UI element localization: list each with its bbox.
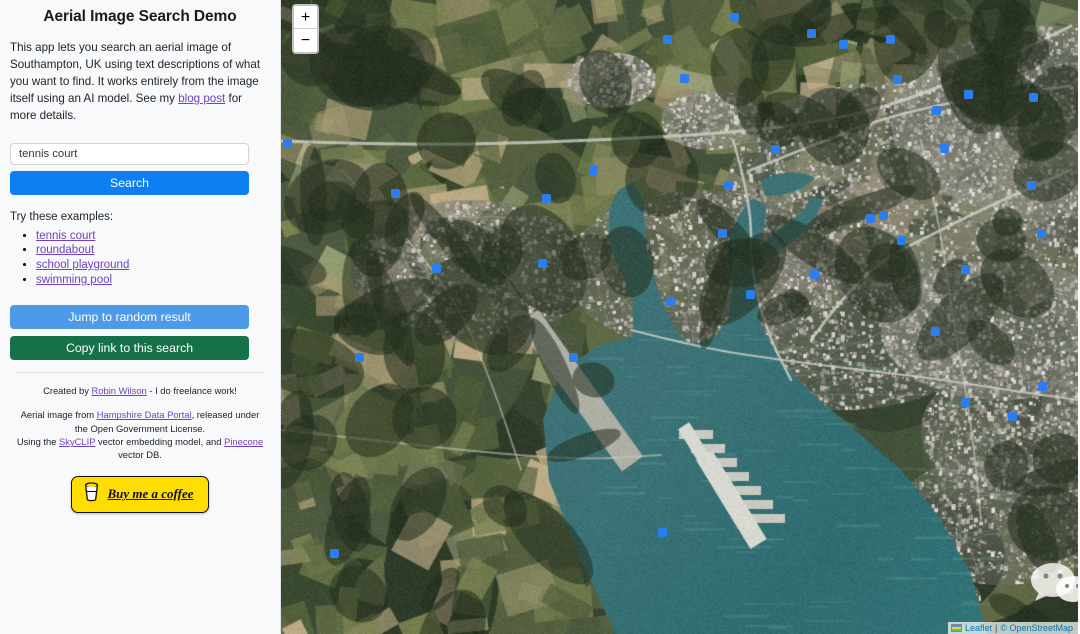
credit-image-source: Aerial image from Hampshire Data Portal,… — [10, 408, 270, 435]
list-item: roundabout — [36, 243, 270, 257]
map-result-marker[interactable] — [666, 297, 675, 306]
robin-wilson-link[interactable]: Robin Wilson — [92, 385, 147, 396]
map-result-marker[interactable] — [964, 90, 973, 99]
map-zoom-control: + − — [292, 4, 319, 54]
jump-to-random-result-button[interactable]: Jump to random result — [10, 305, 249, 330]
map-result-marker[interactable] — [680, 74, 689, 83]
credit-image-prefix: Aerial image from — [20, 409, 97, 421]
map-attribution: Leaflet | © OpenStreetMap — [947, 622, 1078, 634]
example-link-tennis-court[interactable]: tennis court — [36, 230, 95, 242]
map-result-marker[interactable] — [589, 166, 598, 175]
list-item: school playground — [36, 258, 270, 272]
divider — [16, 372, 264, 374]
hampshire-data-portal-link[interactable]: Hampshire Data Portal — [97, 409, 192, 420]
blog-post-link[interactable]: blog post — [178, 92, 225, 105]
map-result-marker[interactable] — [961, 265, 970, 274]
map-result-marker[interactable] — [771, 145, 780, 154]
example-link-roundabout[interactable]: roundabout — [36, 244, 94, 256]
map-result-marker[interactable] — [807, 29, 816, 38]
map-result-marker[interactable] — [940, 144, 949, 153]
map-result-marker[interactable] — [330, 549, 339, 558]
example-link-swimming-pool[interactable]: swimming pool — [36, 274, 112, 286]
pinecone-link[interactable]: Pinecone — [224, 436, 263, 447]
map-result-marker[interactable] — [810, 270, 819, 279]
map-result-marker[interactable] — [542, 194, 551, 203]
map-result-marker[interactable] — [391, 189, 400, 198]
openstreetmap-link[interactable]: © OpenStreetMap — [1000, 623, 1073, 633]
examples-list: tennis court roundabout school playgroun… — [10, 229, 270, 288]
map-result-marker[interactable] — [1008, 412, 1017, 421]
list-item: tennis court — [36, 229, 270, 243]
zoom-in-button[interactable]: + — [294, 6, 317, 29]
sidebar: Aerial Image Search Demo This app lets y… — [0, 0, 281, 634]
map-result-marker[interactable] — [355, 353, 364, 362]
zoom-out-button[interactable]: − — [294, 29, 317, 52]
map-result-marker[interactable] — [866, 214, 875, 223]
map-result-marker[interactable] — [663, 35, 672, 44]
copy-link-button[interactable]: Copy link to this search — [10, 336, 249, 361]
page-title: Aerial Image Search Demo — [43, 8, 237, 25]
map-result-marker[interactable] — [893, 75, 902, 84]
coffee-button-container: Buy me a coffee — [10, 475, 270, 513]
map-result-marker[interactable] — [932, 106, 941, 115]
leaflet-link[interactable]: Leaflet — [965, 623, 992, 633]
skyclip-link[interactable]: SkyCLIP — [59, 436, 95, 447]
map-result-marker[interactable] — [879, 211, 888, 220]
map-result-marker[interactable] — [931, 327, 940, 336]
map-result-marker[interactable] — [538, 259, 547, 268]
map-container[interactable]: + − 公众号 · 空天感知 Leaflet — [281, 0, 1078, 634]
map-result-marker[interactable] — [730, 13, 739, 22]
map-result-marker[interactable] — [569, 353, 578, 362]
map-result-marker[interactable] — [839, 40, 848, 49]
credit-author-prefix: Created by — [43, 385, 92, 397]
search-input[interactable] — [10, 142, 249, 165]
credit-model-source: Using the SkyCLIP vector embedding model… — [10, 435, 270, 462]
leaflet-flag-icon — [950, 624, 962, 632]
attribution-separator: | — [994, 623, 998, 633]
map-result-marker[interactable] — [897, 236, 906, 245]
map-result-marker[interactable] — [718, 229, 727, 238]
map-result-marker[interactable] — [961, 398, 970, 407]
credit-author-suffix: - I do freelance work! — [146, 385, 237, 397]
map-result-marker[interactable] — [1029, 93, 1038, 102]
map-result-marker[interactable] — [886, 35, 895, 44]
credit-model-suffix: vector DB. — [118, 449, 162, 461]
map-result-marker[interactable] — [432, 264, 441, 273]
credit-author: Created by Robin Wilson - I do freelance… — [10, 384, 270, 397]
map-result-marker[interactable] — [724, 181, 733, 190]
map-result-marker[interactable] — [1037, 229, 1046, 238]
list-item: swimming pool — [36, 273, 270, 287]
credit-model-prefix: Using the — [16, 436, 60, 448]
app-root: Aerial Image Search Demo This app lets y… — [0, 0, 1080, 634]
credit-model-mid: vector embedding model, and — [95, 436, 225, 448]
coffee-button-label: Buy me a coffee — [107, 486, 194, 502]
map-result-marker[interactable] — [658, 528, 667, 537]
aerial-imagery-tile-layer — [281, 0, 1078, 634]
intro-paragraph: This app lets you search an aerial image… — [10, 40, 270, 125]
coffee-cup-icon — [83, 482, 100, 507]
buy-me-a-coffee-button[interactable]: Buy me a coffee — [71, 475, 209, 513]
map-result-marker[interactable] — [1027, 181, 1036, 190]
map-result-marker[interactable] — [1038, 382, 1047, 391]
examples-label: Try these examples: — [10, 210, 114, 223]
example-link-school-playground[interactable]: school playground — [36, 259, 129, 271]
search-button[interactable]: Search — [10, 170, 249, 195]
map-result-marker[interactable] — [746, 290, 755, 299]
map-result-marker[interactable] — [283, 139, 292, 148]
